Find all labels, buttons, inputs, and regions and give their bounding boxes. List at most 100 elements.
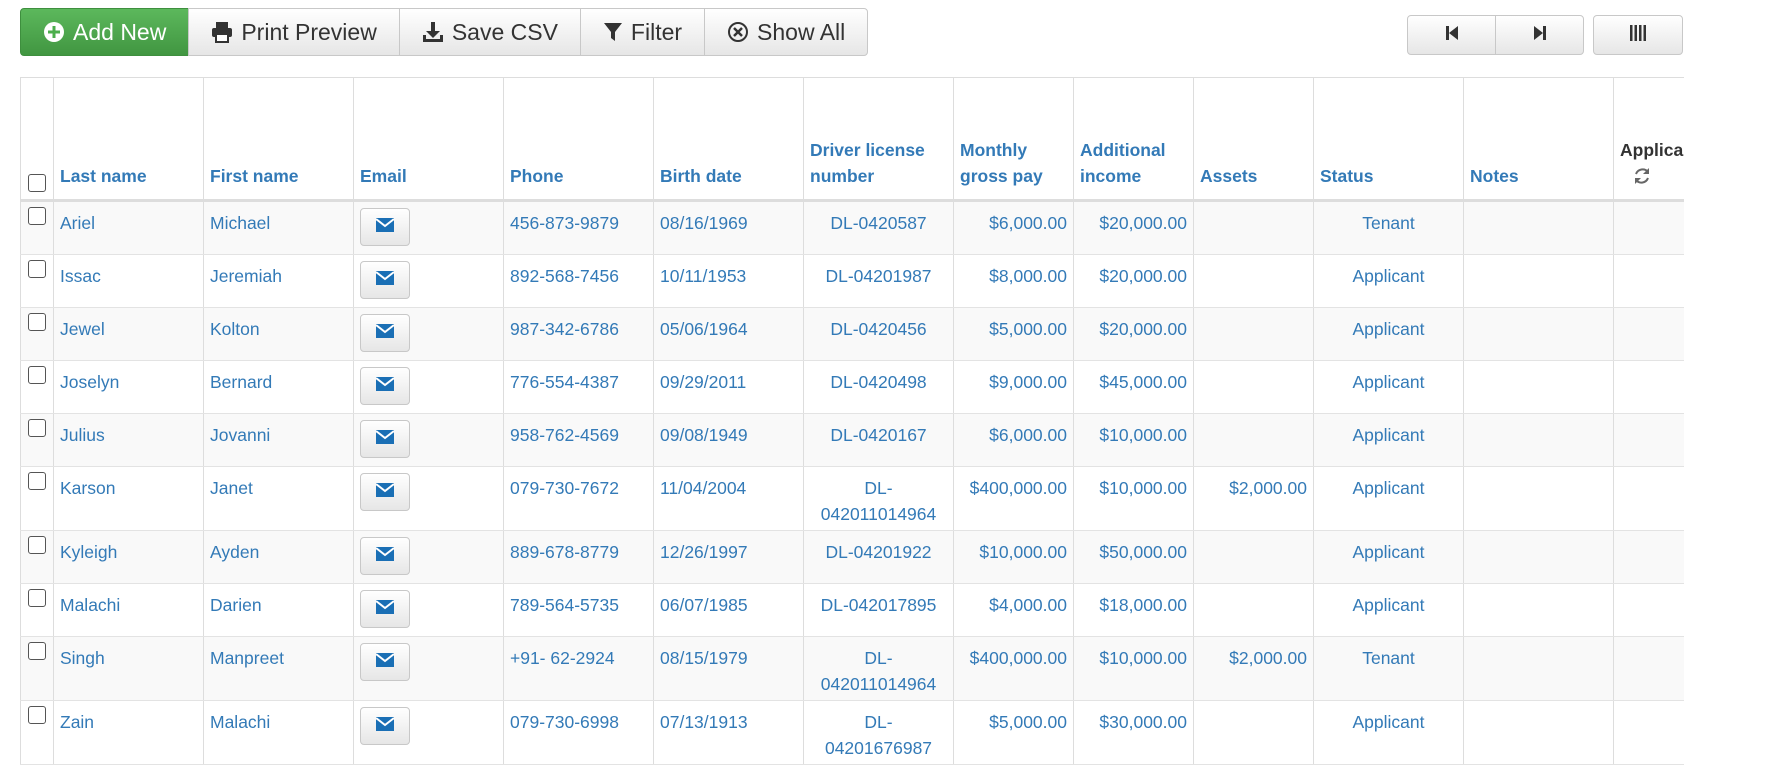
print-preview-button[interactable]: Print Preview [188,8,400,56]
notes-cell [1463,413,1614,467]
assets-cell [1193,360,1314,414]
row-checkbox[interactable] [28,419,46,437]
row-select-cell [20,636,54,701]
header-birth-date[interactable]: Birth date [653,77,804,202]
filter-button[interactable]: Filter [579,8,706,56]
last-page-button[interactable] [1495,15,1584,55]
driver-license-cell: DL-04201922 [803,530,954,584]
first-name-cell[interactable]: Jovanni [203,413,354,467]
phone-cell: 079-730-6998 [503,700,654,765]
table-row[interactable]: Ariel Michael 456-873-9879 08/16/1969 DL-042… [20,200,1684,255]
header-notes[interactable]: Notes [1463,77,1614,202]
notes-cell [1463,307,1614,361]
header-applica: Applica [1613,77,1684,202]
envelope-icon [375,267,395,293]
save-csv-button[interactable]: Save CSV [398,8,581,56]
email-button[interactable] [360,707,410,745]
header-email[interactable]: Email [353,77,504,202]
table-row[interactable]: Malachi Darien 789-564-5735 06/07/1985 DL-04… [20,583,1684,637]
first-name-cell[interactable]: Jeremiah [203,254,354,308]
table-row[interactable]: Karson Janet 079-730-7672 11/04/2004 DL- 0420… [20,466,1684,531]
first-name-cell[interactable]: Janet [203,466,354,531]
envelope-icon [375,373,395,399]
row-checkbox[interactable] [28,313,46,331]
show-all-label: Show All [757,18,846,45]
table-row[interactable]: Issac Jeremiah 892-568-7456 10/11/1953 DL-04… [20,254,1684,308]
last-name-cell[interactable]: Joselyn [53,360,204,414]
first-name-cell[interactable]: Malachi [203,700,354,765]
envelope-icon [375,479,395,505]
last-name-cell[interactable]: Jewel [53,307,204,361]
print-preview-label: Print Preview [241,18,377,45]
select-all-checkbox[interactable] [28,174,46,192]
first-name-cell[interactable]: Kolton [203,307,354,361]
header-status[interactable]: Status [1313,77,1464,202]
table-row[interactable]: Jewel Kolton 987-342-6786 05/06/1964 DL-0420… [20,307,1684,361]
row-checkbox[interactable] [28,366,46,384]
email-button[interactable] [360,590,410,628]
last-name-cell[interactable]: Kyleigh [53,530,204,584]
email-button[interactable] [360,208,410,246]
last-name-cell[interactable]: Issac [53,254,204,308]
monthly-gross-pay-cell: $400,000.00 [953,636,1074,701]
last-name-cell[interactable]: Karson [53,466,204,531]
table-row[interactable]: Julius Jovanni 958-762-4569 09/08/1949 DL-04… [20,413,1684,467]
row-checkbox[interactable] [28,642,46,660]
birth-date-cell: 09/29/2011 [653,360,804,414]
refresh-icon[interactable] [1620,163,1678,189]
driver-license-cell: DL-0420498 [803,360,954,414]
header-first-name[interactable]: First name [203,77,354,202]
birth-date-cell: 07/13/1913 [653,700,804,765]
email-button[interactable] [360,367,410,405]
email-button[interactable] [360,261,410,299]
envelope-icon [375,320,395,346]
row-checkbox[interactable] [28,260,46,278]
row-checkbox[interactable] [28,589,46,607]
first-name-cell[interactable]: Bernard [203,360,354,414]
notes-cell [1463,530,1614,584]
header-assets[interactable]: Assets [1193,77,1314,202]
header-additional-income[interactable]: Additional income [1073,77,1194,202]
last-name-cell[interactable]: Julius [53,413,204,467]
header-driver-license[interactable]: Driver license number [803,77,954,202]
header-monthly-gross-pay[interactable]: Monthly gross pay [953,77,1074,202]
last-name-cell[interactable]: Singh [53,636,204,701]
row-checkbox[interactable] [28,536,46,554]
first-page-button[interactable] [1407,15,1496,55]
first-name-cell[interactable]: Darien [203,583,354,637]
assets-cell: $2,000.00 [1193,466,1314,531]
email-button[interactable] [360,420,410,458]
table-row[interactable]: Kyleigh Ayden 889-678-8779 12/26/1997 DL-042… [20,530,1684,584]
header-last-name[interactable]: Last name [53,77,204,202]
row-checkbox[interactable] [28,207,46,225]
driver-license-cell: DL-0420167 [803,413,954,467]
table-row[interactable]: Singh Manpreet +91- 62-2924 08/15/1979 DL- 04… [20,636,1684,701]
row-checkbox[interactable] [28,472,46,490]
add-new-button[interactable]: Add New [20,8,190,56]
additional-income-cell: $20,000.00 [1073,200,1194,255]
show-all-button[interactable]: Show All [704,8,869,56]
first-name-cell[interactable]: Ayden [203,530,354,584]
table-row[interactable]: Zain Malachi 079-730-6998 07/13/1913 DL- 0420… [20,700,1684,765]
email-button[interactable] [360,473,410,511]
email-button[interactable] [360,314,410,352]
email-button[interactable] [360,643,410,681]
table-row[interactable]: Joselyn Bernard 776-554-4387 09/29/2011 DL-0… [20,360,1684,414]
last-name-cell[interactable]: Ariel [53,200,204,255]
first-name-cell[interactable]: Manpreet [203,636,354,701]
envelope-icon [375,596,395,622]
row-checkbox[interactable] [28,706,46,724]
header-applica-label: Applica [1620,140,1684,160]
email-button[interactable] [360,537,410,575]
last-name-cell[interactable]: Malachi [53,583,204,637]
first-name-cell[interactable]: Michael [203,200,354,255]
columns-button[interactable] [1593,15,1683,55]
applica-cell [1613,360,1684,414]
row-select-cell [20,413,54,467]
email-cell [353,200,504,255]
applica-cell [1613,466,1684,531]
header-phone[interactable]: Phone [503,77,654,202]
last-name-cell[interactable]: Zain [53,700,204,765]
monthly-gross-pay-cell: $400,000.00 [953,466,1074,531]
additional-income-cell: $50,000.00 [1073,530,1194,584]
